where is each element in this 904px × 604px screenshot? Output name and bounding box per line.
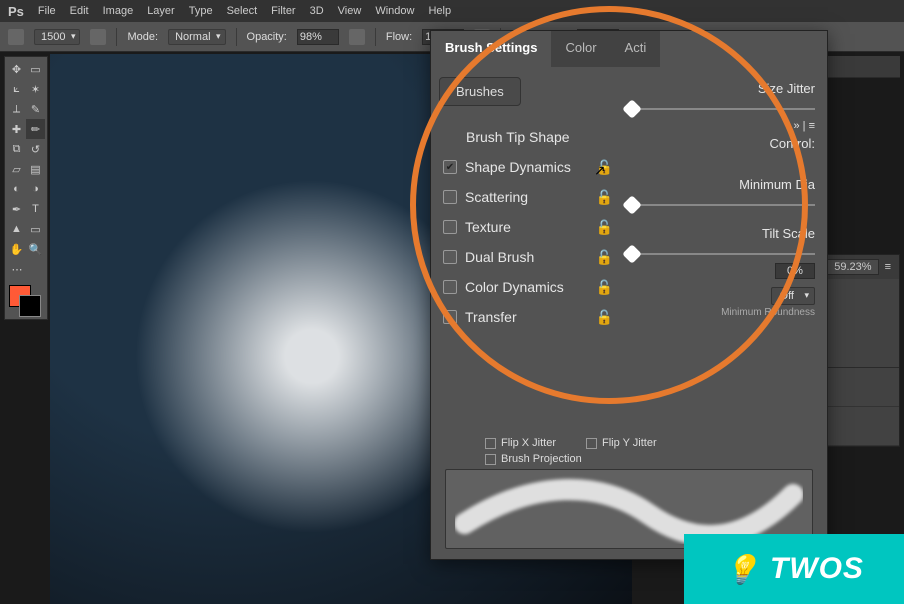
- eraser-tool[interactable]: ▱: [7, 159, 26, 179]
- dual-brush-item[interactable]: Dual Brush🔓: [439, 242, 613, 272]
- blur-tool[interactable]: ◐: [7, 179, 26, 199]
- flip-y-jitter-checkbox[interactable]: Flip Y Jitter: [586, 437, 657, 449]
- checkbox-icon[interactable]: [443, 280, 457, 294]
- gradient-tool[interactable]: ▤: [26, 159, 45, 179]
- brush-panel-toggle-icon[interactable]: [90, 29, 106, 45]
- tab-actions[interactable]: Acti: [611, 31, 661, 67]
- background-swatch[interactable]: [19, 295, 41, 317]
- checkbox-icon[interactable]: [443, 190, 457, 204]
- menu-item[interactable]: Select: [227, 5, 258, 17]
- menu-item[interactable]: Edit: [70, 5, 89, 17]
- tools-panel: ✥▭ ⟀✶ ⟂✎ ✚✏ ⧉↺ ▱▤ ◐◑ ✒T ▲▭ ✋🔍 ⋯: [4, 56, 48, 320]
- panel-menu-icon[interactable]: ≡: [885, 261, 891, 273]
- type-tool[interactable]: T: [26, 199, 45, 219]
- eyedropper-tool[interactable]: ✎: [26, 99, 45, 119]
- menu-item[interactable]: 3D: [310, 5, 324, 17]
- lock-icon[interactable]: 🔓: [596, 189, 613, 206]
- quick-select-tool[interactable]: ✶: [26, 79, 45, 99]
- roundness-value[interactable]: 0%: [775, 263, 815, 279]
- lock-icon[interactable]: 🔓: [596, 219, 613, 236]
- pen-tool[interactable]: ✒: [7, 199, 26, 219]
- zoom-readout: 59.23%: [827, 259, 878, 275]
- lock-icon[interactable]: 🔓: [596, 159, 613, 176]
- path-select-tool[interactable]: ▲: [7, 219, 26, 239]
- tab-color[interactable]: Color: [551, 31, 610, 67]
- lightbulb-icon: 💡: [724, 553, 760, 586]
- edit-toolbar[interactable]: ⋯: [7, 259, 27, 279]
- texture-item[interactable]: Texture🔓: [439, 212, 613, 242]
- crop-tool[interactable]: ⟂: [7, 99, 26, 119]
- brush-settings-panel: Brush Settings Color Acti Brushes Brush …: [430, 30, 828, 560]
- hand-tool[interactable]: ✋: [7, 239, 26, 259]
- menu-item[interactable]: Layer: [147, 5, 175, 17]
- clone-stamp-tool[interactable]: ⧉: [7, 139, 26, 159]
- dodge-tool[interactable]: ◑: [26, 179, 45, 199]
- menu-item[interactable]: Type: [189, 5, 213, 17]
- flow-label: Flow:: [386, 31, 412, 43]
- brushes-button[interactable]: Brushes: [439, 77, 521, 106]
- size-jitter-label: Size Jitter: [625, 81, 815, 96]
- menu-item[interactable]: Image: [103, 5, 134, 17]
- menu-item[interactable]: Help: [428, 5, 451, 17]
- brush-tool[interactable]: ✏: [26, 119, 45, 139]
- lock-icon[interactable]: 🔓: [596, 309, 613, 326]
- color-swatches[interactable]: [7, 285, 45, 317]
- checkbox-icon[interactable]: [443, 160, 457, 174]
- checkbox-icon[interactable]: [443, 310, 457, 324]
- checkbox-icon[interactable]: [443, 250, 457, 264]
- color-dynamics-item[interactable]: Color Dynamics🔓: [439, 272, 613, 302]
- pressure-opacity-icon[interactable]: [349, 29, 365, 45]
- scattering-item[interactable]: Scattering🔓: [439, 182, 613, 212]
- mode-label: Mode:: [127, 31, 158, 43]
- angle-control-dropdown[interactable]: Off: [771, 287, 815, 305]
- opacity-label: Opacity:: [247, 31, 287, 43]
- brush-preset-picker[interactable]: 1500: [34, 29, 80, 45]
- size-jitter-slider[interactable]: [625, 102, 815, 116]
- brush-tool-icon[interactable]: [8, 29, 24, 45]
- move-tool[interactable]: ✥: [7, 59, 26, 79]
- checkbox-icon[interactable]: [443, 220, 457, 234]
- lock-icon[interactable]: 🔓: [596, 249, 613, 266]
- min-diameter-slider[interactable]: [625, 198, 815, 212]
- transfer-item[interactable]: Transfer🔓: [439, 302, 613, 332]
- shape-tool[interactable]: ▭: [26, 219, 45, 239]
- menu-item[interactable]: File: [38, 5, 56, 17]
- tilt-scale-slider[interactable]: [625, 247, 815, 261]
- marquee-tool[interactable]: ▭: [26, 59, 45, 79]
- opacity-input[interactable]: [297, 29, 339, 45]
- tab-brush-settings[interactable]: Brush Settings: [431, 31, 551, 67]
- twos-watermark: 💡 TWOS: [684, 534, 904, 604]
- menu-item[interactable]: Window: [375, 5, 414, 17]
- brush-projection-checkbox[interactable]: Brush Projection: [485, 453, 582, 465]
- brush-tip-shape-item[interactable]: Brush Tip Shape: [439, 122, 613, 152]
- history-brush-tool[interactable]: ↺: [26, 139, 45, 159]
- zoom-tool[interactable]: 🔍: [26, 239, 45, 259]
- min-roundness-label: Minimum Roundness: [625, 307, 815, 318]
- lasso-tool[interactable]: ⟀: [7, 79, 26, 99]
- blend-mode-dropdown[interactable]: Normal: [168, 29, 225, 45]
- tilt-scale-label: Tilt Scale: [625, 226, 815, 241]
- menu-item[interactable]: View: [338, 5, 362, 17]
- healing-brush-tool[interactable]: ✚: [7, 119, 26, 139]
- min-diameter-label: Minimum Dia: [625, 177, 815, 192]
- shape-dynamics-item[interactable]: Shape Dynamics🔓: [439, 152, 613, 182]
- flip-x-jitter-checkbox[interactable]: Flip X Jitter: [485, 437, 556, 449]
- apple-logo-icon: Ps: [8, 4, 24, 19]
- macos-menubar: Ps File Edit Image Layer Type Select Fil…: [0, 0, 904, 22]
- menu-item[interactable]: Filter: [271, 5, 295, 17]
- lock-icon[interactable]: 🔓: [596, 279, 613, 296]
- control-label: Control:: [625, 136, 815, 151]
